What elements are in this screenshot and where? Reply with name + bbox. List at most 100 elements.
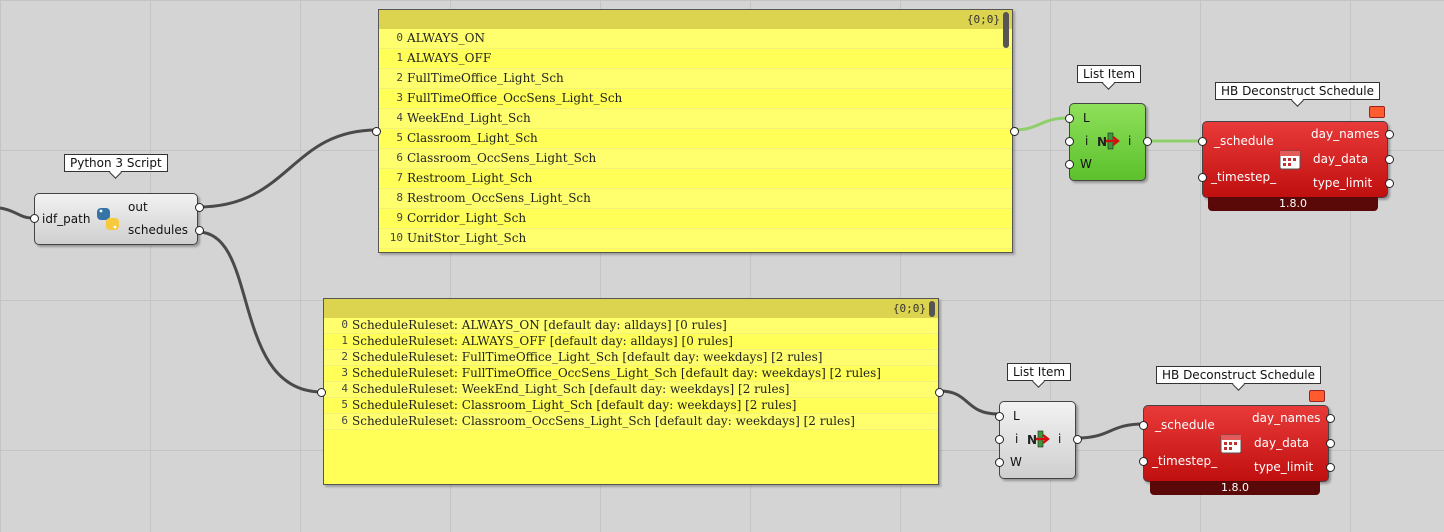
list-item-bottom-out-label: i [1058,432,1062,446]
hb-bottom-timestep-label: _timestep_ [1152,454,1218,468]
panel-row-index: 3 [341,366,348,379]
hb-bottom-day-names-label: day_names [1252,411,1321,425]
panel-row-text: ScheduleRuleset: FullTimeOffice_OccSens_… [352,366,881,380]
wire-list-to-hb-bottom [1077,422,1144,440]
top-panel-scrollbar[interactable] [1003,12,1009,48]
panel-row: 5 Classroom_Light_Sch [379,129,1012,149]
list-item-bottom-out-port[interactable] [1073,435,1082,444]
hb-top-day-names-port[interactable] [1385,130,1394,139]
panel-row: 2 FullTimeOffice_Light_Sch [379,69,1012,89]
panel-row-text: ScheduleRuleset: ALWAYS_ON [default day:… [352,318,727,332]
panel-row-index: 10 [389,231,403,244]
list-item-bottom-component[interactable]: L i W N i [995,401,1082,479]
panel-row-text: UnitStor_Light_Sch [407,231,527,245]
bottom-panel-output-port[interactable] [935,388,944,397]
hb-top-warning-flag[interactable] [1369,106,1385,118]
hb-top-timestep-label: _timestep_ [1211,170,1277,184]
list-item-top-L-port[interactable] [1065,114,1074,123]
panel-row-text: ALWAYS_OFF [407,51,492,65]
panel-row-index: 2 [341,350,348,363]
panel-row-index: 1 [396,51,403,64]
list-item-top-out-port[interactable] [1143,137,1152,146]
panel-row: 10 UnitStor_Light_Sch [379,229,1012,249]
list-item-bottom-W-port[interactable] [995,458,1004,467]
wire-out-to-top-panel [197,128,378,209]
hb-top-type-limit-port[interactable] [1385,179,1394,188]
hb-top-schedule-port[interactable] [1198,137,1207,146]
list-item-top-i-label: i [1085,134,1089,148]
hb-bottom-timestep-port[interactable] [1139,457,1148,466]
top-panel-output-port[interactable] [1010,127,1019,136]
bottom-panel-scrollbar[interactable] [929,301,935,317]
hb-deconstruct-bottom-component[interactable]: _schedule _timestep_ day_names day_data … [1139,405,1335,482]
panel-row-index: 8 [396,191,403,204]
panel-row-index: 6 [396,151,403,164]
hb-bottom-type-limit-port[interactable] [1326,463,1335,472]
panel-row-text: FullTimeOffice_Light_Sch [407,71,564,85]
panel-row: 11UnitStor_OccSens_Light_Sch [379,249,1012,252]
panel-row-index: 5 [396,131,403,144]
list-item-bottom-tooltip: List Item [1007,363,1072,381]
list-item-top-W-port[interactable] [1065,160,1074,169]
panel-row: 3 FullTimeOffice_OccSens_Light_Sch [379,89,1012,109]
idf-path-port[interactable] [30,214,39,223]
panel-row: 0 ScheduleRuleset: ALWAYS_ON [default day… [324,318,938,334]
panel-row-text: UnitStor_OccSens_Light_Sch [407,249,585,252]
out-port[interactable] [195,203,204,212]
list-item-top-i-port[interactable] [1065,137,1074,146]
hb-bottom-schedule-label: _schedule [1155,418,1215,432]
list-item-top-W-label: W [1080,157,1092,171]
hb-deconstruct-top-component[interactable]: _schedule _timestep_ day_names day_data … [1198,121,1394,198]
panel-row: 2 ScheduleRuleset: FullTimeOffice_Light_S… [324,350,938,366]
calendar-icon [1278,147,1302,175]
list-item-bottom-L-port[interactable] [995,412,1004,421]
panel-row-index: 9 [396,211,403,224]
panel-row-index: 1 [341,334,348,347]
panel-row-index: 7 [396,171,403,184]
panel-row-text: ScheduleRuleset: ALWAYS_OFF [default day… [352,334,733,348]
list-item-top-L-label: L [1083,111,1090,125]
hb-top-timestep-port[interactable] [1198,173,1207,182]
top-panel-input-port[interactable] [372,127,381,136]
idf-path-input-label: idf_path [42,212,91,226]
top-panel[interactable]: {0;0} 0 ALWAYS_ON 1 ALWAYS_OFF 2 FullTimeOffi… [378,9,1013,253]
panel-row-text: ScheduleRuleset: Classroom_Light_Sch [de… [352,398,797,412]
panel-row-text: WeekEnd_Light_Sch [407,111,531,125]
panel-row-text: Restroom_OccSens_Light_Sch [407,191,591,205]
list-item-top-component[interactable]: L i W N i [1065,103,1152,181]
list-item-bottom-W-label: W [1010,455,1022,469]
hb-top-schedule-label: _schedule [1214,134,1274,148]
list-item-bottom-i-port[interactable] [995,435,1004,444]
panel-row: 9 Corridor_Light_Sch [379,209,1012,229]
panel-row-text: Corridor_Light_Sch [407,211,527,225]
wire-schedules-to-bottom-panel [197,230,323,394]
panel-row-index: 5 [341,398,348,411]
panel-row: 4 ScheduleRuleset: WeekEnd_Light_Sch [def… [324,382,938,398]
hb-bottom-warning-flag[interactable] [1309,390,1325,402]
panel-row: 1 ALWAYS_OFF [379,49,1012,69]
hb-top-day-data-port[interactable] [1385,155,1394,164]
hb-bottom-day-names-port[interactable] [1326,414,1335,423]
bottom-panel[interactable]: {0;0} 0 ScheduleRuleset: ALWAYS_ON [defau… [323,298,939,485]
python-tooltip: Python 3 Script [64,154,168,172]
panel-row: 4 WeekEnd_Light_Sch [379,109,1012,129]
panel-row-text: Restroom_Light_Sch [407,171,533,185]
wire-top-panel-to-list [1012,116,1069,132]
list-item-top-out-label: i [1128,134,1132,148]
panel-row-text: ScheduleRuleset: WeekEnd_Light_Sch [defa… [352,382,790,396]
hb-bottom-schedule-port[interactable] [1139,421,1148,430]
panel-row-index: 11 [379,249,407,252]
list-item-bottom-L-label: L [1013,409,1020,423]
schedules-port[interactable] [195,226,204,235]
bottom-panel-input-port[interactable] [317,388,326,397]
panel-row-index: 6 [341,414,348,427]
panel-row-text: ScheduleRuleset: Classroom_OccSens_Light… [352,414,855,428]
panel-row-text: ScheduleRuleset: FullTimeOffice_Light_Sc… [352,350,823,364]
python-icon [95,206,121,236]
top-panel-path: {0;0} [379,10,1012,29]
hb-bottom-day-data-port[interactable] [1326,439,1335,448]
panel-row: 1 ScheduleRuleset: ALWAYS_OFF [default da… [324,334,938,350]
python-script-component[interactable]: idf_path out schedules [30,193,204,245]
panel-row-index: 4 [396,111,403,124]
schedules-output-label: schedules [128,223,189,237]
